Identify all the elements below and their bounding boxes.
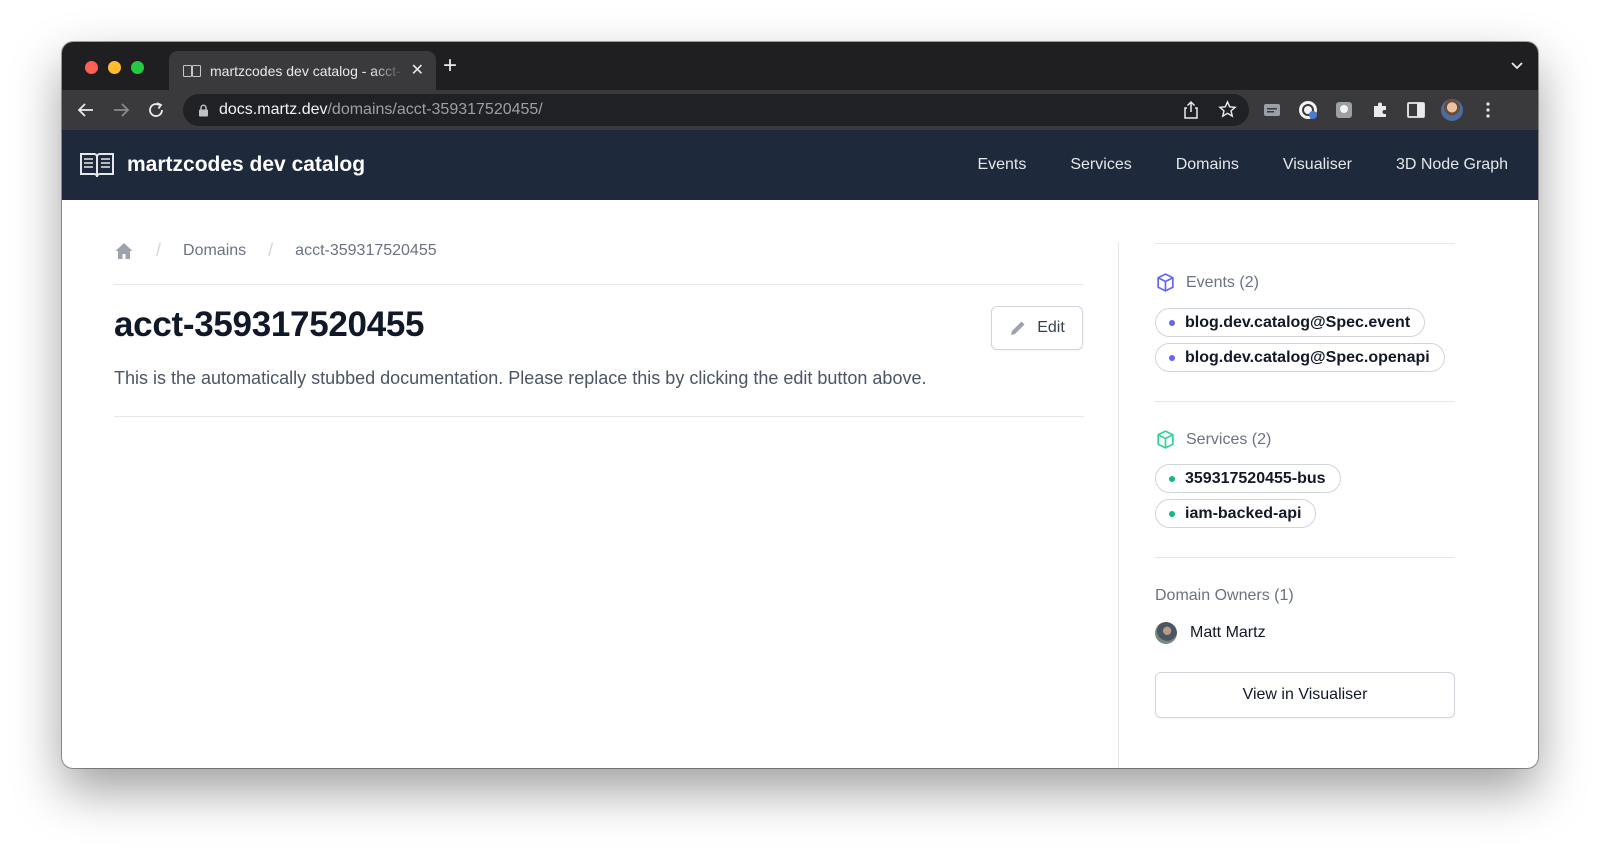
event-dot-icon [1169,319,1175,326]
sidebar-border [1118,242,1119,768]
nav-link-services[interactable]: Services [1070,156,1131,174]
privacy-extension-icon[interactable] [1332,98,1356,122]
browser-tab-active[interactable]: martzcodes dev catalog - acct-3593175204… [169,51,436,90]
minimize-window-button[interactable] [108,61,121,74]
forward-icon[interactable] [110,99,132,121]
chevron-down-icon[interactable] [1510,60,1524,70]
close-tab-icon[interactable]: ✕ [411,62,424,79]
event-pill[interactable]: blog.dev.catalog@Spec.event [1155,308,1426,337]
captions-extension-icon[interactable] [1260,98,1284,122]
url-host: docs.martz.dev [219,101,328,118]
reload-icon[interactable] [145,99,167,121]
maximize-window-button[interactable] [131,61,144,74]
share-icon[interactable] [1182,100,1200,120]
edit-button-label: Edit [1037,319,1065,336]
close-window-button[interactable] [85,61,98,74]
events-heading: Events (2) [1155,272,1259,293]
service-dot-icon [1169,475,1175,482]
events-heading-label: Events (2) [1186,273,1259,291]
services-heading-label: Services (2) [1186,430,1272,448]
new-tab-icon[interactable]: + [443,54,457,78]
side-panel-icon[interactable] [1404,98,1428,122]
event-pill-label: blog.dev.catalog@Spec.event [1185,313,1411,331]
divider [114,416,1084,417]
owner-name: Matt Martz [1190,624,1266,641]
page-description: This is the automatically stubbed docume… [114,368,927,388]
edit-button[interactable]: Edit [991,306,1083,350]
browser-window: martzcodes dev catalog - acct-3593175204… [62,42,1538,768]
site-title[interactable]: martzcodes dev catalog [127,153,365,177]
cube-icon [1157,430,1174,449]
domain-owners-heading: Domain Owners (1) [1155,587,1294,604]
nav-link-3d-node-graph[interactable]: 3D Node Graph [1396,156,1508,174]
nav-link-domains[interactable]: Domains [1176,156,1239,174]
browser-tab-bar: martzcodes dev catalog - acct-3593175204… [62,42,1538,90]
nav-link-events[interactable]: Events [977,156,1026,174]
url-path: /domains/acct-359317520455/ [327,101,543,118]
event-pill-label: blog.dev.catalog@Spec.openapi [1185,348,1430,366]
browser-toolbar: docs.martz.dev/domains/acct-359317520455… [62,90,1538,130]
divider [1155,243,1455,244]
service-pill-label: iam-backed-api [1185,504,1302,522]
book-icon [183,64,201,77]
pencil-icon [1011,321,1025,335]
puzzle-extensions-icon[interactable] [1368,98,1392,122]
profile-avatar[interactable] [1440,98,1464,122]
breadcrumb: / Domains / acct-359317520455 [114,240,437,261]
event-dot-icon [1169,354,1175,361]
divider [114,284,1084,285]
nav-link-visualiser[interactable]: Visualiser [1283,156,1352,174]
event-pill[interactable]: blog.dev.catalog@Spec.openapi [1155,343,1445,372]
main-nav: Events Services Domains Visualiser 3D No… [977,130,1508,200]
back-icon[interactable] [75,99,97,121]
address-bar[interactable]: docs.martz.dev/domains/acct-359317520455… [183,94,1249,126]
service-pill-label: 359317520455-bus [1185,469,1326,487]
home-icon[interactable] [114,241,134,261]
page-title: acct-359317520455 [114,305,425,344]
service-dot-icon [1169,510,1175,517]
breadcrumb-item-current[interactable]: acct-359317520455 [295,242,436,260]
kebab-menu-icon[interactable] [1476,98,1500,122]
owner-avatar [1155,622,1177,644]
view-in-visualiser-button[interactable]: View in Visualiser [1155,672,1455,718]
breadcrumb-item-domains[interactable]: Domains [183,242,246,260]
divider [1155,401,1455,402]
bookmark-star-icon[interactable] [1218,100,1237,119]
tab-title: martzcodes dev catalog - acct-3593175204… [210,62,403,79]
owner-item[interactable]: Matt Martz [1155,622,1266,644]
breadcrumb-separator: / [268,240,274,260]
service-pill[interactable]: 359317520455-bus [1155,464,1341,493]
grammarly-extension-icon[interactable] [1296,98,1320,122]
breadcrumb-separator: / [156,240,162,260]
cube-icon [1157,273,1174,292]
site-header: martzcodes dev catalog Events Services D… [62,130,1538,200]
book-logo-icon[interactable] [79,151,115,179]
services-heading: Services (2) [1155,429,1271,450]
service-pill[interactable]: iam-backed-api [1155,499,1317,528]
lock-icon [199,104,208,116]
divider [1155,557,1455,558]
